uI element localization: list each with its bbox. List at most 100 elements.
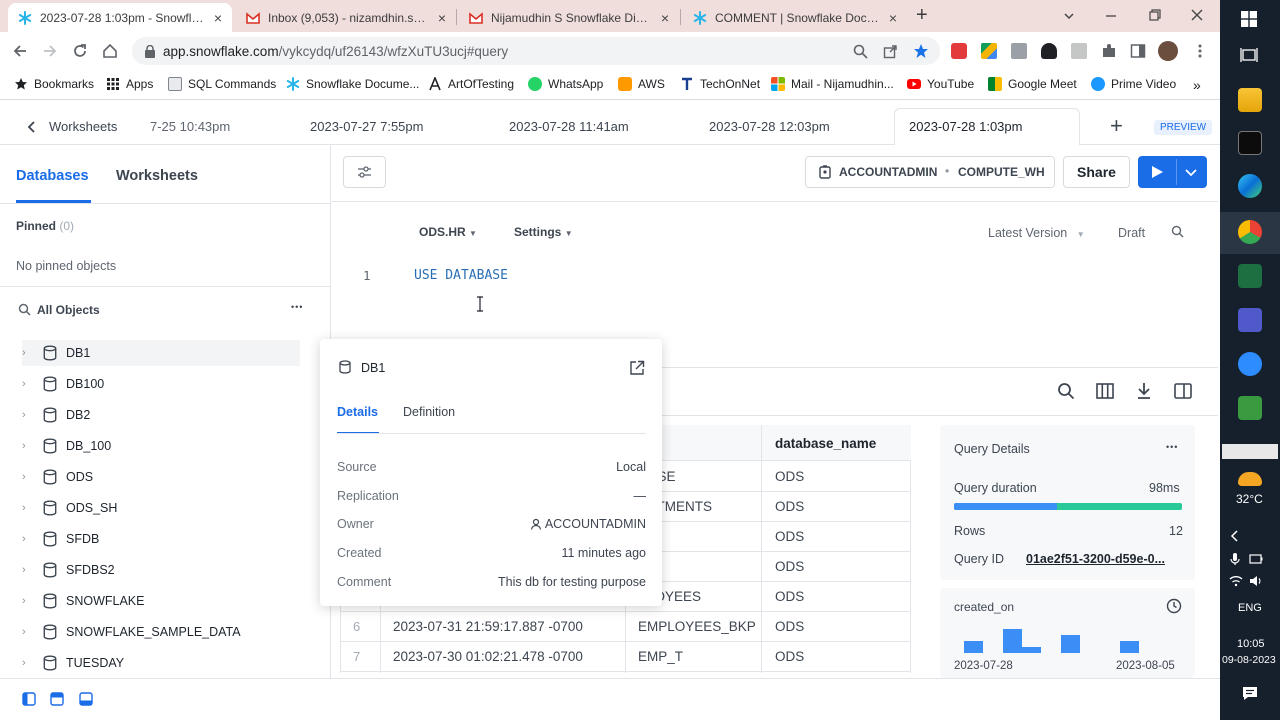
extension-icon[interactable] bbox=[951, 43, 967, 59]
database-item[interactable]: › SFDB bbox=[22, 526, 300, 552]
chevron-right-icon[interactable]: › bbox=[22, 440, 38, 452]
app-icon[interactable] bbox=[1238, 396, 1262, 420]
database-item[interactable]: › SFDBS2 bbox=[22, 557, 300, 583]
bookmark-star-icon[interactable] bbox=[913, 43, 929, 59]
microphone-icon[interactable] bbox=[1230, 552, 1240, 566]
split-view-icon[interactable] bbox=[1174, 382, 1192, 400]
zoom-app-icon[interactable] bbox=[1238, 352, 1262, 376]
more-options-icon[interactable]: ••• bbox=[291, 302, 303, 312]
cell-database-name[interactable]: ODS bbox=[775, 469, 804, 484]
chevron-right-icon[interactable]: › bbox=[22, 502, 38, 514]
row-number[interactable]: 6 bbox=[353, 619, 360, 634]
back-icon[interactable] bbox=[12, 43, 28, 59]
edge-icon[interactable] bbox=[1238, 174, 1262, 198]
chevron-down-icon[interactable] bbox=[1184, 165, 1198, 179]
database-item[interactable]: › ODS bbox=[22, 464, 300, 490]
excel-icon[interactable] bbox=[1238, 264, 1262, 288]
share-page-icon[interactable] bbox=[883, 44, 898, 59]
lock-icon[interactable] bbox=[144, 45, 156, 58]
popup-tab-details[interactable]: Details bbox=[337, 405, 378, 419]
chevron-right-icon[interactable]: › bbox=[22, 657, 38, 669]
histogram-bar[interactable] bbox=[1003, 629, 1022, 653]
settings-dropdown[interactable]: Settings ▼ bbox=[514, 225, 573, 239]
drive-extension-icon[interactable] bbox=[981, 43, 997, 59]
chevron-right-icon[interactable]: › bbox=[22, 564, 38, 576]
database-item[interactable]: › DB_100 bbox=[22, 433, 300, 459]
bookmark-sql-commands[interactable]: SQL Commands bbox=[168, 77, 276, 91]
bookmark-whatsapp[interactable]: WhatsApp bbox=[528, 77, 603, 91]
run-button[interactable] bbox=[1138, 156, 1176, 188]
close-tab-icon[interactable]: × bbox=[889, 10, 897, 26]
database-schema-selector[interactable]: ODS.HR ▼ bbox=[419, 225, 477, 239]
chevron-right-icon[interactable]: › bbox=[22, 595, 38, 607]
clock-time[interactable]: 10:05 bbox=[1237, 638, 1265, 650]
chevron-right-icon[interactable]: › bbox=[22, 347, 38, 359]
volume-icon[interactable] bbox=[1249, 575, 1263, 587]
version-dropdown[interactable]: Latest Version ▼ bbox=[988, 226, 1085, 240]
worksheet-tab-current[interactable]: 2023-07-28 1:03pm bbox=[909, 119, 1022, 134]
database-item[interactable]: › SNOWFLAKE bbox=[22, 588, 300, 614]
popup-tab-definition[interactable]: Definition bbox=[403, 405, 455, 419]
database-item[interactable]: › DB2 bbox=[22, 402, 300, 428]
histogram-bar[interactable] bbox=[1022, 647, 1041, 653]
bookmark-youtube[interactable]: YouTube bbox=[907, 77, 974, 91]
row-number[interactable]: 7 bbox=[353, 649, 360, 664]
worksheets-back-link[interactable]: Worksheets bbox=[49, 119, 117, 134]
close-tab-icon[interactable]: × bbox=[438, 10, 446, 26]
task-view-icon[interactable] bbox=[1240, 47, 1258, 63]
bookmark-mail[interactable]: Mail - Nijamudhin... bbox=[771, 77, 894, 91]
all-objects-search[interactable]: All Objects bbox=[37, 303, 100, 317]
worksheet-tab[interactable]: 2023-07-27 7:55pm bbox=[310, 119, 423, 134]
chevron-right-icon[interactable]: › bbox=[22, 471, 38, 483]
minimize-icon[interactable] bbox=[1104, 9, 1118, 23]
chrome-icon[interactable] bbox=[1238, 220, 1262, 244]
add-worksheet-button[interactable]: + bbox=[1110, 113, 1123, 139]
chevron-right-icon[interactable]: › bbox=[22, 533, 38, 545]
cell-created-on[interactable]: 2023-07-31 21:59:17.887 -0700 bbox=[393, 619, 583, 634]
histogram-bar[interactable] bbox=[964, 641, 983, 653]
columns-icon[interactable] bbox=[1096, 382, 1114, 400]
database-item[interactable]: › ODS_SH bbox=[22, 495, 300, 521]
bookmark-google-meet[interactable]: Google Meet bbox=[988, 77, 1077, 91]
chevron-right-icon[interactable]: › bbox=[22, 626, 38, 638]
chevron-left-icon[interactable] bbox=[27, 121, 37, 133]
tab-search-icon[interactable] bbox=[1062, 9, 1076, 23]
tab-worksheets[interactable]: Worksheets bbox=[116, 168, 198, 184]
histogram-bar[interactable] bbox=[1120, 641, 1139, 653]
teams-icon[interactable] bbox=[1238, 308, 1262, 332]
bookmark-artoftesting[interactable]: ArtOfTesting bbox=[428, 77, 514, 91]
close-tab-icon[interactable]: × bbox=[214, 10, 222, 26]
side-panel-icon[interactable] bbox=[1130, 43, 1146, 59]
search-icon[interactable] bbox=[1057, 382, 1075, 400]
histogram-bar[interactable] bbox=[1061, 635, 1080, 653]
cell-database-name[interactable]: ODS bbox=[775, 499, 804, 514]
browser-tab-comment-docs[interactable]: COMMENT | Snowflake Documen × bbox=[683, 3, 907, 32]
database-item[interactable]: › DB100 bbox=[22, 371, 300, 397]
browser-tab-inbox[interactable]: Inbox (9,053) - nizamdhin.s@gm × bbox=[236, 3, 456, 32]
cell-name[interactable]: EMP_T bbox=[638, 649, 683, 664]
puzzle-icon[interactable] bbox=[1101, 43, 1117, 59]
more-options-icon[interactable]: ••• bbox=[1166, 442, 1178, 452]
new-tab-button[interactable]: + bbox=[916, 4, 928, 27]
bookmark-bookmarks[interactable]: Bookmarks bbox=[14, 77, 94, 91]
close-window-icon[interactable] bbox=[1190, 8, 1204, 22]
cell-created-on[interactable]: 2023-07-30 01:02:21.478 -0700 bbox=[393, 649, 583, 664]
home-icon[interactable] bbox=[102, 43, 118, 59]
download-icon[interactable] bbox=[1135, 382, 1153, 400]
clock-icon[interactable] bbox=[1166, 598, 1182, 614]
windows-start-icon[interactable] bbox=[1241, 11, 1257, 27]
chevron-left-icon[interactable] bbox=[1230, 530, 1240, 542]
search-icon[interactable] bbox=[1171, 225, 1184, 238]
layout-top-icon[interactable] bbox=[50, 692, 64, 706]
extension-icon[interactable] bbox=[1071, 43, 1087, 59]
extension-icon[interactable] bbox=[1011, 43, 1027, 59]
cell-database-name[interactable]: ODS bbox=[775, 619, 804, 634]
browser-tab-snowflake[interactable]: 2023-07-28 1:03pm - Snowflake × bbox=[8, 3, 232, 32]
cell-name[interactable]: EMPLOYEES_BKP bbox=[638, 619, 756, 634]
layout-bottom-icon[interactable] bbox=[79, 692, 93, 706]
worksheet-tab[interactable]: 7-25 10:43pm bbox=[150, 119, 230, 134]
profile-avatar[interactable] bbox=[1158, 41, 1178, 61]
hand-extension-icon[interactable] bbox=[1041, 43, 1057, 59]
language-indicator[interactable]: ENG bbox=[1238, 602, 1262, 614]
browser-tab-discuss[interactable]: Nijamudhin S Snowflake Discuss × bbox=[459, 3, 679, 32]
